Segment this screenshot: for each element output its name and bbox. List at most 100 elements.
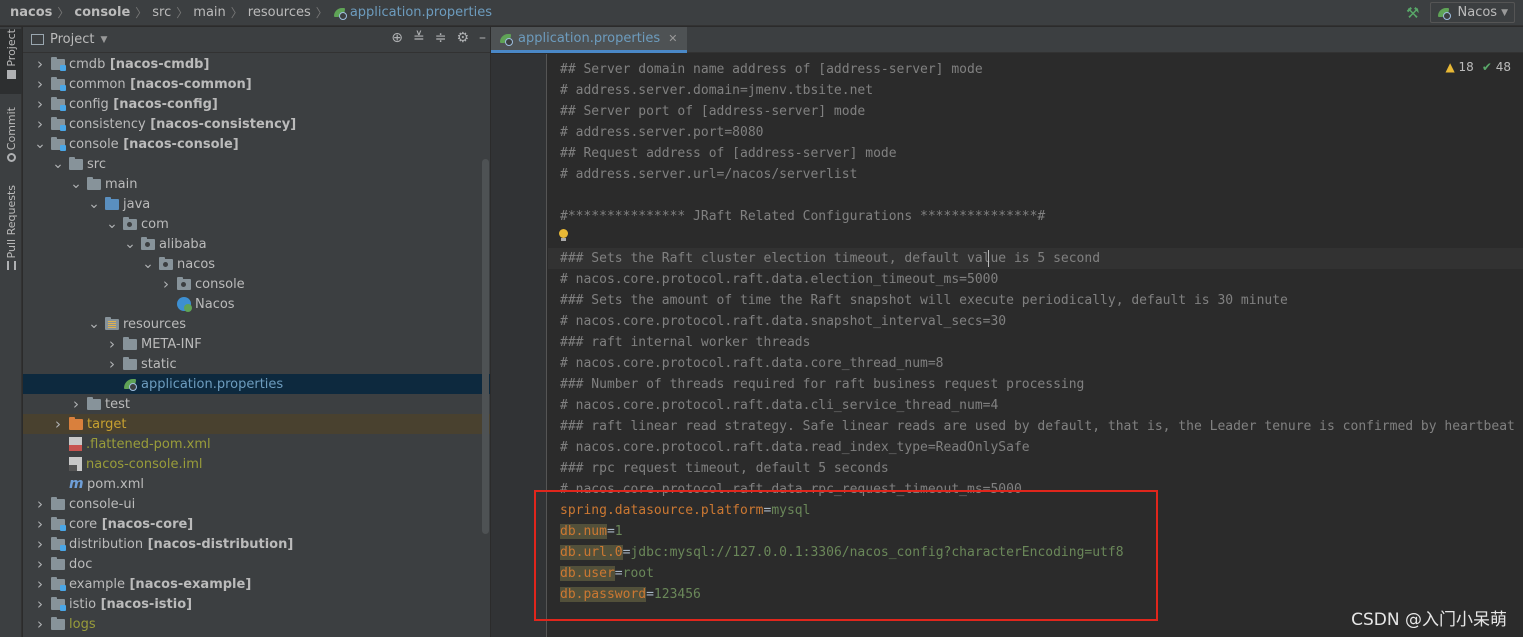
breadcrumb-item[interactable]: main bbox=[193, 5, 225, 20]
collapse-all-icon[interactable]: ≑ bbox=[435, 30, 447, 46]
chevron-right-icon[interactable]: › bbox=[51, 415, 65, 433]
code-line[interactable]: 181# nacos.core.protocol.raft.data.elect… bbox=[548, 269, 1523, 290]
tree-item[interactable]: ⌄ main bbox=[23, 174, 490, 194]
close-icon[interactable]: ✕ bbox=[668, 32, 677, 45]
tree-scrollbar[interactable] bbox=[482, 54, 490, 637]
code-line[interactable]: 172# address.server.domain=jmenv.tbsite.… bbox=[548, 80, 1523, 101]
module-folder-icon bbox=[51, 596, 66, 611]
tree-item[interactable]: › target bbox=[23, 414, 490, 434]
chevron-down-icon[interactable]: ⌄ bbox=[105, 217, 119, 231]
project-view-selector[interactable]: Project bbox=[50, 32, 94, 47]
chevron-right-icon[interactable]: › bbox=[33, 555, 47, 573]
tree-item[interactable]: › common [nacos-common] bbox=[23, 74, 490, 94]
chevron-right-icon[interactable]: › bbox=[33, 495, 47, 513]
code-line[interactable]: 176# address.server.url=/nacos/serverlis… bbox=[548, 164, 1523, 185]
chevron-down-icon[interactable]: ⌄ bbox=[51, 157, 65, 171]
code-line[interactable]: 182### Sets the amount of time the Raft … bbox=[548, 290, 1523, 311]
tree-item[interactable]: › core [nacos-core] bbox=[23, 514, 490, 534]
tree-item[interactable]: › distribution [nacos-distribution] bbox=[23, 534, 490, 554]
code-line[interactable]: 179 bbox=[548, 227, 1523, 248]
tree-item[interactable]: ⌄ com bbox=[23, 214, 490, 234]
breadcrumb-item[interactable]: src bbox=[152, 5, 171, 20]
code-line[interactable]: 187# nacos.core.protocol.raft.data.cli_s… bbox=[548, 395, 1523, 416]
tree-item[interactable]: .flattened-pom.xml bbox=[23, 434, 490, 454]
tree-item[interactable]: › console bbox=[23, 274, 490, 294]
xml-file-icon bbox=[69, 437, 82, 451]
tree-item[interactable]: m pom.xml bbox=[23, 474, 490, 494]
code-line[interactable]: 174# address.server.port=8080 bbox=[548, 122, 1523, 143]
run-configuration-selector[interactable]: Nacos ▼ bbox=[1429, 2, 1515, 23]
tree-item[interactable]: › doc bbox=[23, 554, 490, 574]
code-line[interactable]: 175## Request address of [address-server… bbox=[548, 143, 1523, 164]
locate-file-icon[interactable]: ⊕ bbox=[391, 30, 403, 46]
tree-item[interactable]: › cmdb [nacos-cmdb] bbox=[23, 54, 490, 74]
code-line[interactable]: 185# nacos.core.protocol.raft.data.core_… bbox=[548, 353, 1523, 374]
chevron-right-icon[interactable]: › bbox=[33, 615, 47, 633]
chevron-right-icon[interactable]: › bbox=[159, 275, 173, 293]
chevron-down-icon[interactable]: ⌄ bbox=[87, 197, 101, 211]
tree-item[interactable]: ⌄ java bbox=[23, 194, 490, 214]
expand-all-icon[interactable]: ≚ bbox=[413, 30, 425, 46]
breadcrumb-item[interactable]: console bbox=[74, 5, 130, 20]
code-line[interactable]: 177 bbox=[548, 185, 1523, 206]
hide-panel-icon[interactable]: – bbox=[479, 30, 486, 46]
chevron-down-icon[interactable]: ⌄ bbox=[123, 237, 137, 251]
editor-tab-application-properties[interactable]: application.properties ✕ bbox=[491, 27, 688, 53]
tree-item[interactable]: application.properties bbox=[23, 374, 490, 394]
tool-tab-project[interactable]: Project bbox=[0, 29, 22, 94]
code-line[interactable]: 180### Sets the Raft cluster election ti… bbox=[548, 248, 1523, 269]
tool-tab-commit[interactable]: Commit bbox=[0, 107, 22, 167]
tree-item[interactable]: › config [nacos-config] bbox=[23, 94, 490, 114]
gear-icon[interactable]: ⚙ bbox=[456, 30, 469, 46]
chevron-right-icon[interactable]: › bbox=[33, 535, 47, 553]
code-line[interactable]: 178#*************** JRaft Related Config… bbox=[548, 206, 1523, 227]
tree-item[interactable]: ⌄ alibaba bbox=[23, 234, 490, 254]
code-line[interactable]: 171## Server domain name address of [add… bbox=[548, 59, 1523, 80]
chevron-right-icon[interactable]: › bbox=[33, 75, 47, 93]
build-hammer-icon[interactable]: ⚒ bbox=[1406, 4, 1419, 22]
code-line[interactable]: 188### raft linear read strategy. Safe l… bbox=[548, 416, 1523, 437]
tree-scrollbar-thumb[interactable] bbox=[482, 159, 489, 534]
inspection-widget[interactable]: ▲ 18 ✔ 48 bbox=[1445, 60, 1511, 74]
tree-item[interactable]: › example [nacos-example] bbox=[23, 574, 490, 594]
tree-item[interactable]: › consistency [nacos-consistency] bbox=[23, 114, 490, 134]
chevron-right-icon[interactable]: › bbox=[33, 515, 47, 533]
chevron-down-icon[interactable]: ⌄ bbox=[69, 177, 83, 191]
chevron-down-icon[interactable]: ⌄ bbox=[33, 137, 47, 151]
tree-item[interactable]: › console-ui bbox=[23, 494, 490, 514]
maven-icon: m bbox=[69, 476, 84, 492]
tree-item[interactable]: Nacos bbox=[23, 294, 490, 314]
chevron-down-icon[interactable]: ⌄ bbox=[141, 257, 155, 271]
breadcrumb-item[interactable]: resources bbox=[248, 5, 311, 20]
breadcrumb-item[interactable]: application.properties bbox=[333, 5, 492, 20]
chevron-down-icon[interactable]: ▼ bbox=[100, 35, 107, 45]
chevron-right-icon[interactable]: › bbox=[33, 575, 47, 593]
tree-item[interactable]: › META-INF bbox=[23, 334, 490, 354]
chevron-right-icon[interactable]: › bbox=[69, 395, 83, 413]
code-line[interactable]: 189# nacos.core.protocol.raft.data.read_… bbox=[548, 437, 1523, 458]
tree-item[interactable]: ⌄ nacos bbox=[23, 254, 490, 274]
tree-item[interactable]: › istio [nacos-istio] bbox=[23, 594, 490, 614]
tree-item[interactable]: nacos-console.iml bbox=[23, 454, 490, 474]
code-line[interactable]: 186### Number of threads required for ra… bbox=[548, 374, 1523, 395]
tree-item[interactable]: ⌄ src bbox=[23, 154, 490, 174]
tree-item[interactable]: › logs bbox=[23, 614, 490, 634]
chevron-right-icon[interactable]: › bbox=[33, 595, 47, 613]
code-line[interactable]: 173## Server port of [address-server] mo… bbox=[548, 101, 1523, 122]
chevron-right-icon[interactable]: › bbox=[105, 335, 119, 353]
tree-item[interactable]: ⌄ resources bbox=[23, 314, 490, 334]
tree-item[interactable]: ⌄ console [nacos-console] bbox=[23, 134, 490, 154]
code-line[interactable]: 184### raft internal worker threads bbox=[548, 332, 1523, 353]
breadcrumb-item[interactable]: nacos bbox=[10, 5, 52, 20]
tree-item[interactable]: › static bbox=[23, 354, 490, 374]
chevron-right-icon[interactable]: › bbox=[33, 115, 47, 133]
code-line[interactable]: 190### rpc request timeout, default 5 se… bbox=[548, 458, 1523, 479]
chevron-right-icon[interactable]: › bbox=[33, 95, 47, 113]
code-line[interactable]: 183# nacos.core.protocol.raft.data.snaps… bbox=[548, 311, 1523, 332]
chevron-down-icon[interactable]: ⌄ bbox=[87, 317, 101, 331]
chevron-right-icon[interactable]: › bbox=[105, 355, 119, 373]
tree-item[interactable]: › test bbox=[23, 394, 490, 414]
chevron-right-icon[interactable]: › bbox=[33, 55, 47, 73]
intention-bulb-icon[interactable] bbox=[558, 229, 568, 241]
tool-tab-pull-requests[interactable]: Pull Requests bbox=[0, 185, 22, 277]
